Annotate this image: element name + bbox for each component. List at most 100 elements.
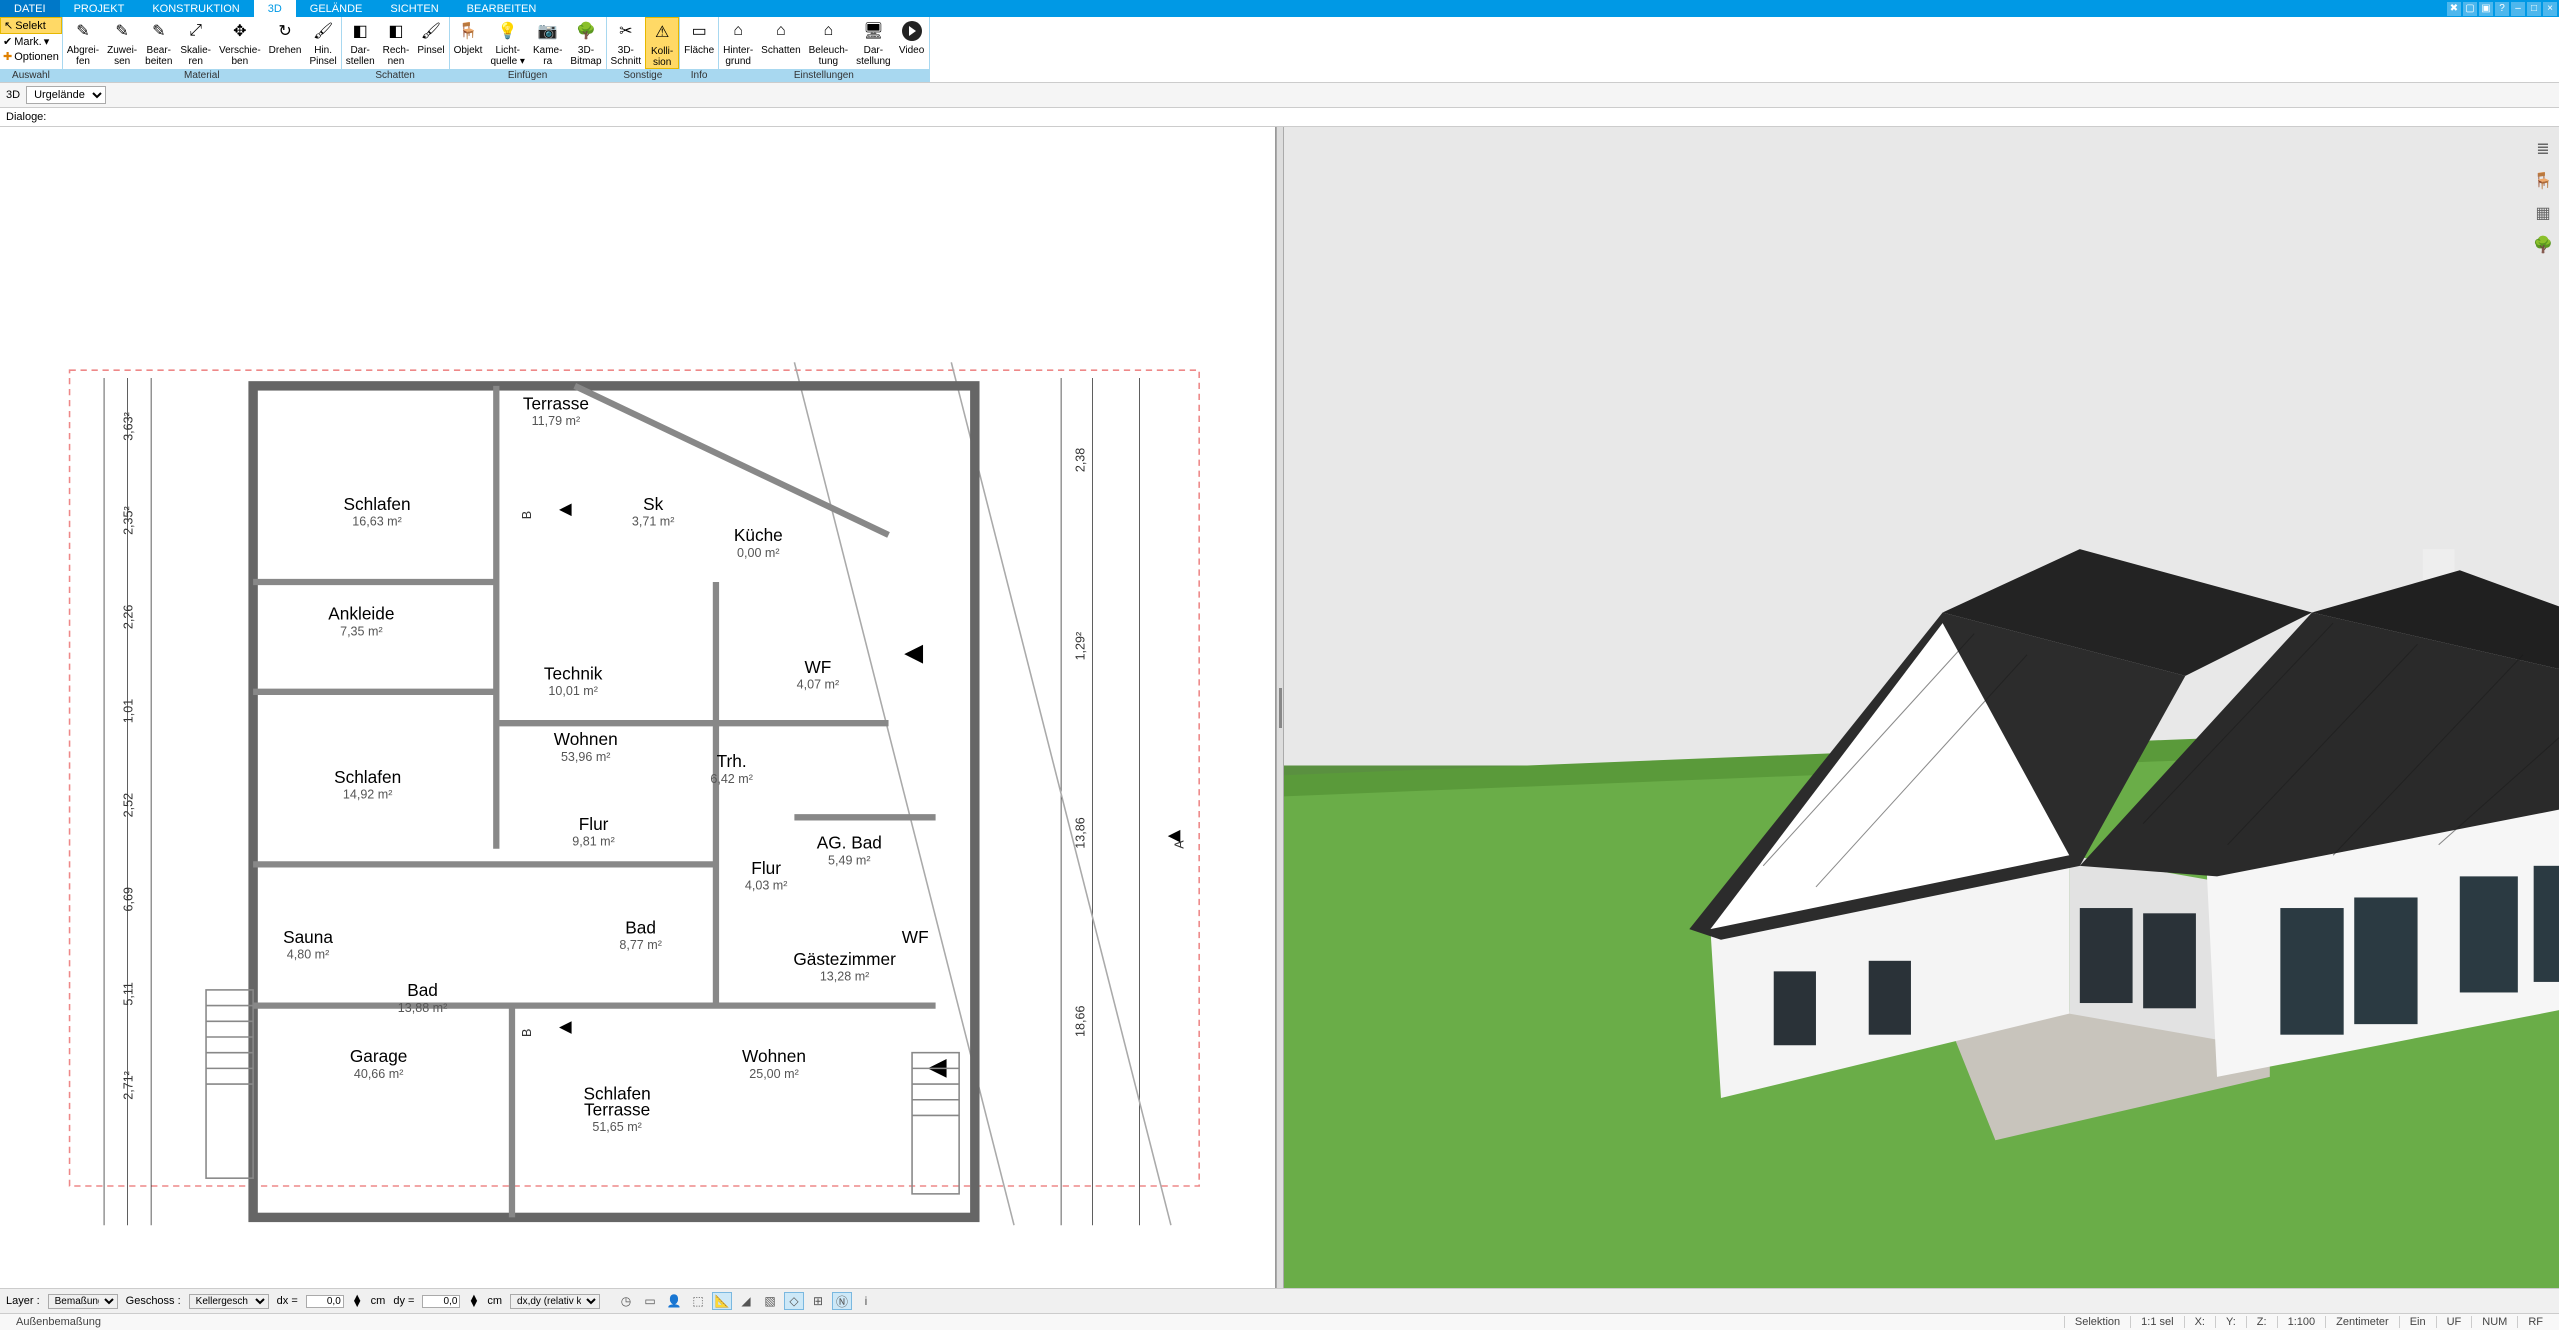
win-icon[interactable]: ✖ [2447,2,2461,16]
bottom-icon-2[interactable]: 👤 [664,1292,684,1310]
ribbon-schatten-einst[interactable]: ⌂Schatten [757,17,804,69]
win-icon[interactable]: ? [2495,2,2509,16]
tab-gelaende[interactable]: GELÄNDE [296,0,377,17]
ribbon-objekt[interactable]: 🪑Objekt [450,17,487,69]
options-tool[interactable]: ✚Optionen [0,49,62,64]
ribbon-3d-schnitt[interactable]: ✂3D- Schnitt [607,17,646,69]
group-label: Schatten [342,69,449,82]
room-label: WF [805,657,832,677]
bearbeiten-icon: ✎ [147,19,171,43]
ribbon-skalieren[interactable]: ⤢Skalie- ren [176,17,215,69]
tree-icon[interactable]: 🌳 [2531,233,2555,257]
bottom-icon-7[interactable]: ◇ [784,1292,804,1310]
ribbon-darstellung[interactable]: 🖥Dar- stellung [852,17,894,69]
tab-projekt[interactable]: PROJEKT [60,0,139,17]
tab-sichten[interactable]: SICHTEN [376,0,452,17]
mark-tool[interactable]: ✔Mark.▾ [0,34,62,49]
ribbon-video[interactable]: Video [895,17,929,69]
tab-datei[interactable]: DATEI [0,0,60,17]
status-selektion: Selektion [2064,1316,2130,1328]
hintergrund-label: Hinter- grund [723,45,753,67]
status-z: Z: [2246,1316,2277,1328]
ribbon-verschieben[interactable]: ✥Verschie- ben [215,17,265,69]
ribbon-kollision[interactable]: ⚠Kolli- sion [645,17,679,69]
tab-3d[interactable]: 3D [254,0,296,17]
terrain-select[interactable]: Urgelände [26,86,106,104]
dx-input[interactable] [306,1295,344,1308]
ribbon-darstellen[interactable]: ◧Dar- stellen [342,17,379,69]
bottom-icon-10[interactable]: i [856,1292,876,1310]
ribbon-zuweisen[interactable]: ✎Zuwei- sen [103,17,141,69]
ribbon-beleuchtung[interactable]: ⌂Beleuch- tung [805,17,852,69]
room-area: 11,79 m² [532,414,581,428]
ribbon-flaeche[interactable]: ▭Fläche [680,17,718,69]
minimize-icon[interactable]: – [2511,2,2525,16]
bottom-bar: Layer : Bemaßung Geschoss : Kellergesch … [0,1288,2559,1313]
3d-pane[interactable]: ≣ 🪑 ▦ 🌳 [1284,127,2559,1288]
dim-label: 6,69 [121,887,135,911]
room-area: 9,81 m² [572,835,615,849]
maximize-icon[interactable]: □ [2527,2,2541,16]
status-x: X: [2184,1316,2215,1328]
layers-icon[interactable]: ≣ [2531,137,2555,161]
win-icon[interactable]: ▣ [2479,2,2493,16]
floorplan-pane[interactable]: B B A Terrasse11,79 m²Sk3,71 m²Küche0,00… [0,127,1276,1288]
dy-label: dy = [393,1295,414,1307]
win-icon[interactable]: ▢ [2463,2,2477,16]
zuweisen-icon: ✎ [110,19,134,43]
3d-bitmap-label: 3D- Bitmap [570,45,601,67]
ribbon-pinsel[interactable]: 🖌Pinsel [413,17,448,69]
status-scale: 1:100 [2277,1316,2326,1328]
bottom-icon-8[interactable]: ⊞ [808,1292,828,1310]
ribbon-hintergrund[interactable]: ⌂Hinter- grund [719,17,757,69]
room-label: Sauna [283,927,333,947]
furniture-icon[interactable]: 🪑 [2531,169,2555,193]
group-label: Info [680,69,718,82]
dim-label: 1,01 [121,699,135,723]
dim-label: 5,11 [121,982,135,1006]
tab-bearbeiten[interactable]: BEARBEITEN [453,0,551,17]
tab-konstruktion[interactable]: KONSTRUKTION [138,0,253,17]
bottom-icon-3[interactable]: ⬚ [688,1292,708,1310]
relative-select[interactable]: dx,dy (relativ ka [510,1294,600,1309]
ribbon-3d-bitmap[interactable]: 🌳3D- Bitmap [566,17,605,69]
schatten-einst-label: Schatten [761,45,800,56]
dy-down[interactable]: ▼ [468,1301,479,1307]
status-unit: Zentimeter [2325,1316,2399,1328]
ribbon-rechnen[interactable]: ◧Rech- nen [379,17,414,69]
bottom-icon-5[interactable]: ◢ [736,1292,756,1310]
bottom-icon-4[interactable]: 📐 [712,1292,732,1310]
room-label: Flur [579,814,609,834]
palette-icon[interactable]: ▦ [2531,201,2555,225]
layer-select[interactable]: Bemaßung [48,1294,118,1309]
close-icon[interactable]: × [2543,2,2557,16]
ribbon-kamera[interactable]: 📷Kame- ra [529,17,566,69]
status-num: NUM [2471,1316,2517,1328]
group-label: Material [63,69,341,82]
3d-render[interactable] [1284,127,2559,1288]
ribbon-lichtquelle[interactable]: 💡Licht- quelle ▾ [486,17,529,69]
geschoss-select[interactable]: Kellergesch [189,1294,269,1309]
bottom-icon-6[interactable]: ▧ [760,1292,780,1310]
ribbon-hin-pinsel[interactable]: 🖌Hin. Pinsel [305,17,340,69]
bottom-icon-0[interactable]: ◷ [616,1292,636,1310]
ribbon-bearbeiten[interactable]: ✎Bear- beiten [141,17,176,69]
ribbon-abgreifen[interactable]: ✎Abgrei- fen [63,17,103,69]
room-label: Ankleide [328,604,394,624]
group-label: Einfügen [450,69,606,82]
status-bar: Außenbemaßung Selektion 1:1 sel X: Y: Z:… [0,1313,2559,1330]
room-label: Flur [751,858,781,878]
ribbon-drehen[interactable]: ↻Drehen [265,17,306,69]
floorplan-svg[interactable]: B B A Terrasse11,79 m²Sk3,71 m²Küche0,00… [0,127,1275,1288]
dim-label: 13,86 [1074,817,1088,848]
select-tool[interactable]: ↖Selekt [0,17,62,34]
dy-input[interactable] [422,1295,460,1308]
video-label: Video [899,45,924,56]
objekt-icon: 🪑 [456,19,480,43]
bottom-icon-1[interactable]: ▭ [640,1292,660,1310]
dx-down[interactable]: ▼ [352,1301,363,1307]
dim-label: 2,38 [1074,448,1088,472]
bottom-icon-9[interactable]: Ⓝ [832,1292,852,1310]
pane-divider[interactable] [1276,127,1284,1288]
room-area: 13,88 m² [398,1001,448,1015]
